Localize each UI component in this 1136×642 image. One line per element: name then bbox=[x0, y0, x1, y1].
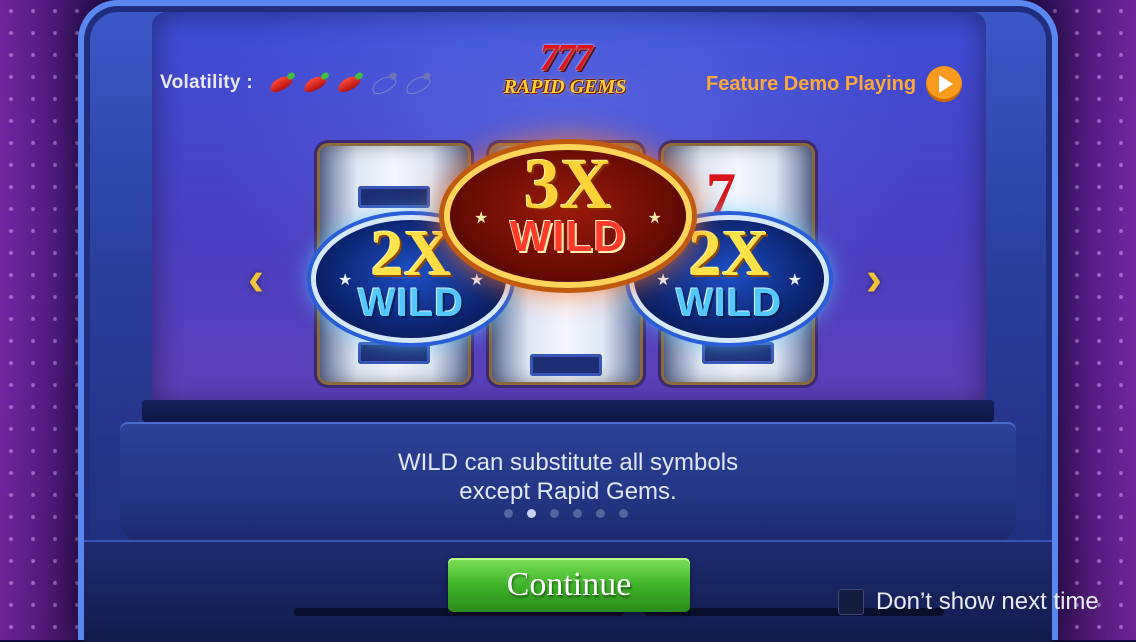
dont-show-checkbox[interactable] bbox=[838, 589, 864, 615]
badge-multiplier: 3X bbox=[524, 144, 612, 224]
star-icon: ★ bbox=[474, 210, 489, 227]
description-line: except Rapid Gems. bbox=[459, 478, 677, 505]
continue-button[interactable]: Continue bbox=[448, 558, 690, 612]
logo-rapid-gems: RAPID GEMS bbox=[503, 76, 627, 98]
reel-ledge bbox=[142, 400, 994, 422]
star-icon: ★ bbox=[787, 272, 802, 289]
bar-symbol bbox=[358, 342, 430, 364]
page-indicator bbox=[504, 509, 628, 518]
page-dot[interactable] bbox=[550, 509, 559, 518]
feature-demo[interactable]: Feature Demo Playing bbox=[706, 66, 963, 102]
chili-pepper-icon bbox=[267, 71, 297, 95]
chevron-left-icon[interactable]: ‹ bbox=[248, 252, 264, 307]
play-icon[interactable] bbox=[926, 66, 963, 102]
star-icon: ★ bbox=[656, 272, 671, 289]
chili-pepper-icon bbox=[403, 71, 433, 98]
page-dot[interactable] bbox=[573, 509, 582, 518]
dont-show-toggle[interactable]: Don’t show next time bbox=[838, 588, 1099, 616]
dont-show-label[interactable]: Don’t show next time bbox=[876, 588, 1099, 616]
page-dot[interactable] bbox=[504, 509, 513, 518]
page-dot[interactable] bbox=[596, 509, 605, 518]
star-icon: ★ bbox=[469, 272, 484, 289]
game-logo: 777 RAPID GEMS bbox=[500, 37, 630, 108]
chili-pepper-icon bbox=[369, 71, 399, 98]
chili-pepper-icon bbox=[301, 71, 331, 95]
star-icon: ★ bbox=[338, 272, 353, 289]
volatility-indicator: Volatility : bbox=[160, 71, 433, 98]
bar-symbol bbox=[358, 186, 430, 208]
feature-demo-label[interactable]: Feature Demo Playing bbox=[706, 73, 916, 96]
page-dot[interactable] bbox=[619, 509, 628, 518]
logo-777: 777 bbox=[539, 37, 593, 79]
wild-badge-3x-center: 3X WILD ★ ★ bbox=[450, 144, 686, 282]
bar-symbol bbox=[530, 354, 602, 376]
description-line: WILD can substitute all symbols bbox=[397, 449, 739, 476]
chevron-right-icon[interactable]: › bbox=[866, 252, 882, 307]
star-icon: ★ bbox=[647, 210, 662, 227]
chili-pepper-icon bbox=[335, 71, 365, 95]
volatility-label: Volatility : bbox=[160, 72, 253, 93]
feature-description: WILD can substitute all symbols except R… bbox=[300, 448, 836, 506]
bar-symbol bbox=[702, 342, 774, 364]
page-dot[interactable] bbox=[527, 509, 536, 518]
volatility-chilis bbox=[267, 71, 433, 98]
